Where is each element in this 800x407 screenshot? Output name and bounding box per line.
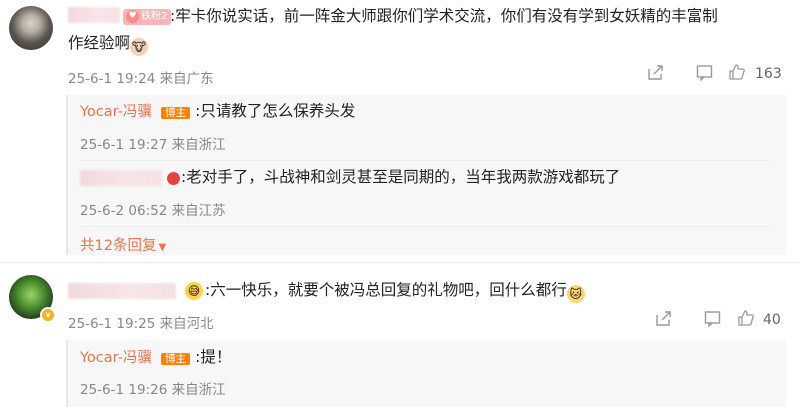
commenter-name-redacted[interactable]: [68, 283, 176, 299]
reply-time: 25-6-1 19:27: [80, 137, 168, 153]
comment-icon[interactable]: [694, 64, 714, 86]
reply-author-name[interactable]: Yocar-冯骥: [80, 350, 152, 366]
reply-author-name-redacted[interactable]: [80, 170, 162, 186]
cow-face-emoji-icon: 🐮: [130, 38, 149, 56]
thumbs-up-icon[interactable]: [727, 63, 747, 86]
thumbs-up-icon[interactable]: [736, 309, 756, 332]
reply-text: :只请教了怎么保养头发: [195, 102, 356, 120]
laughing-sweat-emoji-icon: 😅: [185, 282, 203, 300]
commenter-name-redacted[interactable]: [68, 7, 120, 23]
reply-text: :老对手了，斗战神和剑灵甚至是同期的，当年我两款游戏都玩了: [181, 168, 621, 186]
like-count: 40: [763, 312, 781, 328]
reply-time: 25-6-2 06:52: [80, 203, 168, 219]
share-icon[interactable]: [653, 310, 673, 332]
comment-text: :牢卡你说实话，前一阵金大师跟你们学术交流，你们有没有学到女妖精的丰富制: [170, 7, 718, 25]
cat-face-emoji-icon: 🐱: [566, 285, 585, 303]
reply-meta: 25-6-2 06:52 来自江苏: [80, 199, 226, 219]
reply-location: 来自浙江: [171, 382, 226, 398]
reply-meta: 25-6-1 19:26 来自浙江: [80, 378, 226, 398]
comment-time: 25-6-1 19:25: [68, 316, 156, 332]
comment-text: :六一快乐，就要个被冯总回复的礼物吧，回什么都行 🐱: [205, 279, 585, 303]
comment-location: 来自广东: [159, 71, 214, 87]
share-icon[interactable]: [645, 64, 665, 86]
reply-author-name[interactable]: Yocar-冯骥: [80, 104, 152, 120]
divider: [80, 226, 770, 227]
reply-time: 25-6-1 19:26: [80, 382, 168, 398]
verified-icon: v: [40, 307, 56, 323]
reply-text: :提！: [195, 348, 232, 366]
caret-down-icon: ▼: [158, 242, 167, 253]
comment-separator: [0, 262, 800, 263]
fan-badge: ♥ 铁粉2: [123, 9, 172, 25]
comment-location: 来自河北: [159, 316, 214, 332]
divider: [80, 160, 770, 161]
reply-item: Yocar-冯骥 博主 :只请教了怎么保养头发: [80, 100, 355, 122]
reply-meta: 25-6-1 19:27 来自浙江: [80, 133, 226, 153]
reply-item: Yocar-冯骥 博主 :提！: [80, 346, 231, 368]
comment-icon[interactable]: [702, 310, 722, 332]
commenter-avatar[interactable]: [9, 6, 53, 50]
comment-meta: 25-6-1 19:25 来自河北: [68, 312, 214, 332]
comment-meta: 25-6-1 19:24 来自广东: [68, 67, 214, 87]
comment-text-continued: 作经验啊 🐮: [68, 34, 149, 56]
reply-location: 来自江苏: [171, 203, 226, 219]
reply-location: 来自浙江: [171, 137, 226, 153]
more-replies-link[interactable]: 共12条回复 ▼: [80, 234, 166, 255]
like-count: 163: [755, 66, 782, 82]
heart-icon: ♥: [126, 10, 139, 23]
host-badge: 博主: [161, 353, 191, 365]
user-badge-icon: [167, 172, 180, 185]
comment-time: 25-6-1 19:24: [68, 71, 156, 87]
host-badge: 博主: [161, 107, 191, 119]
